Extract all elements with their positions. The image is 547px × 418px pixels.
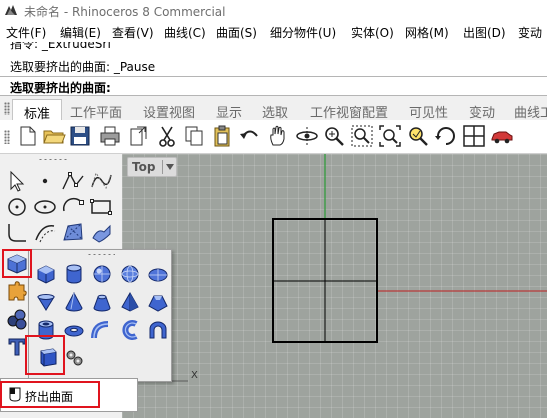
sphere-solid-icon[interactable] — [91, 263, 113, 285]
cut-icon[interactable] — [155, 124, 179, 148]
car-render-icon[interactable] — [490, 124, 514, 148]
menu-subd[interactable]: 细分物件(U) — [270, 24, 336, 41]
point-icon[interactable] — [32, 168, 58, 194]
command-line[interactable]: 选取要挤出的曲面: — [0, 76, 547, 96]
truncated-pyramid-solid-icon[interactable] — [147, 291, 169, 313]
tab-select[interactable]: 选取 — [262, 99, 289, 121]
tab-visibility[interactable]: 可见性 — [409, 99, 449, 121]
curve-control-points-icon[interactable] — [88, 168, 114, 194]
zoom-window-icon[interactable] — [350, 124, 374, 148]
pan-hand-icon[interactable] — [266, 124, 290, 148]
tab-standard[interactable]: 标准 — [12, 99, 62, 122]
zoom-extents-icon[interactable] — [378, 124, 402, 148]
fillet-curve-icon[interactable] — [4, 220, 30, 246]
mesh-spheres-icon[interactable] — [4, 306, 30, 332]
tab-label: 工作视窗配置 — [310, 106, 389, 121]
paste-icon[interactable] — [210, 124, 234, 148]
viewport-geometry — [159, 154, 547, 382]
rhino-logo-icon — [5, 5, 17, 15]
box-solid-icon[interactable] — [35, 263, 57, 285]
solid-tools-gears-icon[interactable] — [63, 346, 85, 368]
new-file-icon[interactable] — [16, 124, 40, 148]
curved-pipe-solid-icon[interactable] — [119, 319, 141, 341]
tab-label: 工作平面 — [70, 106, 123, 121]
menu-bar: 文件(F) 编辑(E) 查看(V) 曲线(C) 曲面(S) 细分物件(U) 实体… — [0, 22, 547, 42]
menu-drafting[interactable]: 出图(D) — [463, 24, 506, 41]
viewport-top[interactable]: Top X — [122, 154, 547, 418]
puzzle-subd-icon[interactable] — [4, 278, 30, 304]
tabs-grip[interactable] — [4, 102, 10, 115]
history-line: 选取要挤出的曲面: _Pause — [10, 60, 156, 74]
tab-label: 变动 — [469, 106, 496, 121]
tab-viewport-layout[interactable]: 工作视窗配置 — [310, 99, 389, 121]
tooltip-highlight — [0, 381, 100, 408]
command-history: 指令: _ExtrudeSrf 选取要挤出的曲面: _Pause — [0, 42, 547, 76]
solid-tool-highlight — [2, 249, 32, 278]
menu-solid[interactable]: 实体(O) — [351, 24, 394, 41]
tab-label: 选取 — [262, 106, 289, 121]
save-icon[interactable] — [68, 124, 92, 148]
menu-curve[interactable]: 曲线(C) — [164, 24, 206, 41]
flyout-grip[interactable] — [87, 253, 115, 256]
tab-transform[interactable]: 变动 — [469, 99, 496, 121]
rectangle-icon[interactable] — [88, 194, 114, 220]
print-icon[interactable] — [98, 124, 122, 148]
tab-label: 可见性 — [409, 106, 449, 121]
tab-label: 曲线工 — [514, 106, 547, 121]
menu-view[interactable]: 查看(V) — [112, 24, 154, 41]
select-arrow-icon[interactable] — [4, 168, 30, 194]
world-axis-x-label: X — [191, 370, 198, 381]
menu-edit[interactable]: 编辑(E) — [60, 24, 101, 41]
zoom-selected-icon[interactable] — [406, 124, 430, 148]
polyline-icon[interactable] — [60, 168, 86, 194]
main-toolbar — [0, 120, 547, 154]
tab-display[interactable]: 显示 — [216, 99, 243, 121]
ellipsoid-solid-icon[interactable] — [147, 263, 169, 285]
window-title: 未命名 - Rhinoceros 8 Commercial — [24, 5, 226, 19]
rhino-window: 未命名 - Rhinoceros 8 Commercial 文件(F) 编辑(E… — [0, 0, 547, 418]
truncated-cone-solid-icon[interactable] — [91, 291, 113, 313]
open-folder-icon[interactable] — [42, 124, 66, 148]
import-icon[interactable] — [126, 124, 150, 148]
surface-from-points-icon[interactable] — [60, 220, 86, 246]
ellipse-icon[interactable] — [32, 194, 58, 220]
extrude-surface-highlight — [25, 335, 65, 375]
torus-solid-icon[interactable] — [63, 319, 85, 341]
rotate-view-icon[interactable] — [295, 124, 319, 148]
arc-icon[interactable] — [60, 194, 86, 220]
circle-icon[interactable] — [4, 194, 30, 220]
rotate-icon[interactable] — [434, 124, 458, 148]
tab-curve-tools[interactable]: 曲线工 — [514, 99, 547, 121]
menu-surface[interactable]: 曲面(S) — [216, 24, 257, 41]
command-prompt: 选取要挤出的曲面: — [10, 81, 111, 95]
pipe-solid-icon[interactable] — [91, 319, 113, 341]
title-bar: 未命名 - Rhinoceros 8 Commercial — [0, 0, 547, 22]
undo-icon[interactable] — [238, 124, 262, 148]
zoom-icon[interactable] — [322, 124, 346, 148]
menu-file[interactable]: 文件(F) — [6, 24, 46, 41]
pyramid-solid-icon[interactable] — [119, 291, 141, 313]
copy-icon[interactable] — [182, 124, 206, 148]
cone-solid-icon[interactable] — [63, 291, 85, 313]
arch-solid-icon[interactable] — [147, 319, 169, 341]
left-toolbar-grip[interactable] — [38, 158, 68, 161]
toolbar-tabs: 标准 工作平面 设置视图 显示 选取 工作视窗配置 可见性 变动 曲线工 — [0, 96, 547, 122]
tab-cplanes[interactable]: 工作平面 — [70, 99, 123, 121]
offset-curve-icon[interactable] — [32, 220, 58, 246]
tab-label: 设置视图 — [143, 106, 196, 121]
tab-set-view[interactable]: 设置视图 — [143, 99, 196, 121]
tab-label: 显示 — [216, 106, 243, 121]
history-line: 指令: _ExtrudeSrf — [10, 42, 112, 51]
menu-transform[interactable]: 变动 — [518, 24, 542, 41]
cylinder-solid-icon[interactable] — [63, 263, 85, 285]
paraboloid-solid-icon[interactable] — [35, 291, 57, 313]
menu-mesh[interactable]: 网格(M) — [405, 24, 449, 41]
toolbar-grip[interactable] — [4, 130, 10, 144]
sphere-grid-solid-icon[interactable] — [119, 263, 141, 285]
four-viewports-icon[interactable] — [462, 124, 486, 148]
extrude-curve-icon[interactable] — [88, 220, 114, 246]
